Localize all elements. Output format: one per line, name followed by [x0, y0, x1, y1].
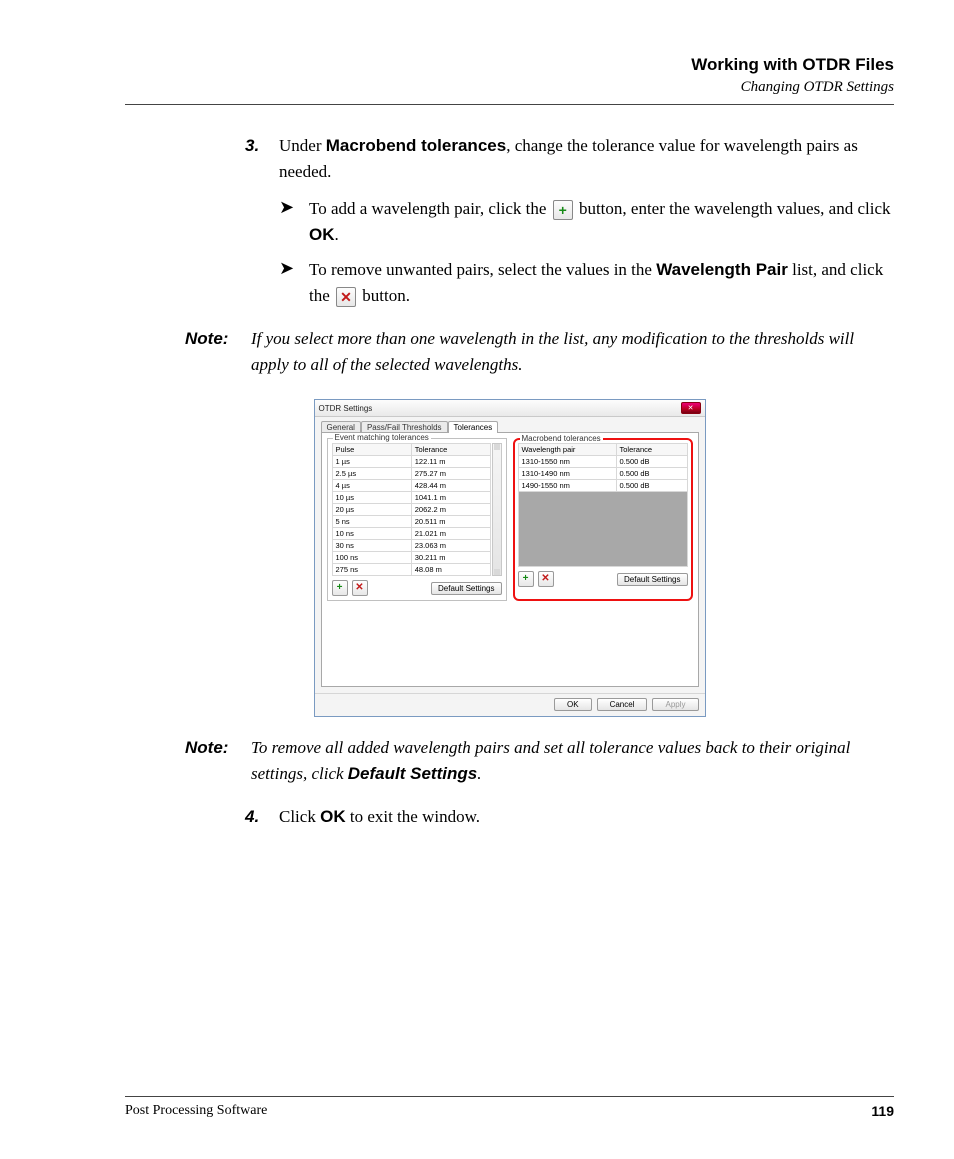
step-3: 3. Under Macrobend tolerances, change th…	[245, 133, 894, 184]
col-tolerance: Tolerance	[411, 444, 490, 456]
table-row: 1 µs122.11 m	[332, 456, 491, 468]
default-settings-button[interactable]: Default Settings	[617, 573, 687, 586]
dialog-title: OTDR Settings	[319, 404, 373, 413]
step-body: Under Macrobend tolerances, change the t…	[279, 133, 894, 184]
step-body: Click OK to exit the window.	[279, 804, 894, 830]
cancel-button[interactable]: Cancel	[597, 698, 648, 711]
bullet-arrow-icon: ➤	[279, 196, 309, 247]
table-row: 1310-1490 nm0.500 dB	[518, 468, 687, 480]
dialog-footer: OK Cancel Apply	[315, 693, 705, 716]
table-row: 2.5 µs275.27 m	[332, 468, 491, 480]
event-matching-table: Pulse Tolerance 1 µs122.11 m 2.5 µs275.2…	[332, 443, 492, 576]
step-number: 4.	[245, 804, 279, 830]
table-row: 100 ns30.211 m	[332, 552, 491, 564]
section-title: Changing OTDR Settings	[125, 79, 894, 96]
bullet-arrow-icon: ➤	[279, 257, 309, 308]
bullet-list: ➤ To add a wavelength pair, click the + …	[279, 196, 894, 308]
col-pulse: Pulse	[332, 444, 411, 456]
footer-rule	[125, 1096, 894, 1097]
note-body: If you select more than one wavelength i…	[251, 326, 894, 377]
remove-button[interactable]: ✕	[538, 571, 554, 587]
remove-button[interactable]: ✕	[352, 580, 368, 596]
table-row: 1490-1550 nm0.500 dB	[518, 480, 687, 492]
dialog-titlebar: OTDR Settings ✕	[315, 400, 705, 417]
add-button[interactable]: +	[518, 571, 534, 587]
table-row: 275 ns48.08 m	[332, 564, 491, 576]
default-settings-button[interactable]: Default Settings	[431, 582, 501, 595]
event-matching-group: Event matching tolerances Pulse Toleranc…	[327, 438, 507, 601]
bullet-add-pair: ➤ To add a wavelength pair, click the + …	[279, 196, 894, 247]
delete-icon: ✕	[336, 287, 356, 307]
table-row: 30 ns23.063 m	[332, 540, 491, 552]
table-row: 10 ns21.021 m	[332, 528, 491, 540]
table-row: 1310-1550 nm0.500 dB	[518, 456, 687, 468]
otdr-settings-dialog: OTDR Settings ✕ General Pass/Fail Thresh…	[314, 399, 706, 717]
bullet-remove-pair: ➤ To remove unwanted pairs, select the v…	[279, 257, 894, 308]
note-multiple-wavelengths: Note: If you select more than one wavele…	[185, 326, 894, 377]
col-tolerance: Tolerance	[616, 444, 687, 456]
tab-tolerances[interactable]: Tolerances	[448, 421, 499, 433]
macrobend-table: Wavelength pair Tolerance 1310-1550 nm0.…	[518, 443, 688, 492]
scrollbar[interactable]	[492, 443, 502, 576]
apply-button[interactable]: Apply	[652, 698, 698, 711]
table-row: 4 µs428.44 m	[332, 480, 491, 492]
step-number: 3.	[245, 133, 279, 184]
page-footer: Post Processing Software 119	[125, 1089, 894, 1119]
table-row: 20 µs2062.2 m	[332, 504, 491, 516]
tolerances-panel: Event matching tolerances Pulse Toleranc…	[321, 432, 699, 687]
note-default-settings: Note: To remove all added wavelength pai…	[185, 735, 894, 786]
page-header: Working with OTDR Files Changing OTDR Se…	[125, 55, 894, 96]
table-row: 10 µs1041.1 m	[332, 492, 491, 504]
plus-icon: +	[553, 200, 573, 220]
chapter-title: Working with OTDR Files	[125, 55, 894, 75]
product-name: Post Processing Software	[125, 1103, 267, 1119]
step-4: 4. Click OK to exit the window.	[245, 804, 894, 830]
header-rule	[125, 104, 894, 105]
table-row: 5 ns20.511 m	[332, 516, 491, 528]
ok-button[interactable]: OK	[554, 698, 592, 711]
dialog-figure: OTDR Settings ✕ General Pass/Fail Thresh…	[314, 399, 706, 717]
empty-rows	[518, 492, 688, 567]
note-label: Note:	[185, 735, 251, 786]
macrobend-group: Macrobend tolerances Wavelength pair Tol…	[513, 438, 693, 601]
page-number: 119	[871, 1103, 894, 1119]
note-body: To remove all added wavelength pairs and…	[251, 735, 894, 786]
close-icon[interactable]: ✕	[681, 402, 701, 414]
note-label: Note:	[185, 326, 251, 377]
col-wavelength-pair: Wavelength pair	[518, 444, 616, 456]
group-label: Macrobend tolerances	[520, 434, 603, 443]
add-button[interactable]: +	[332, 580, 348, 596]
group-label: Event matching tolerances	[333, 433, 431, 442]
